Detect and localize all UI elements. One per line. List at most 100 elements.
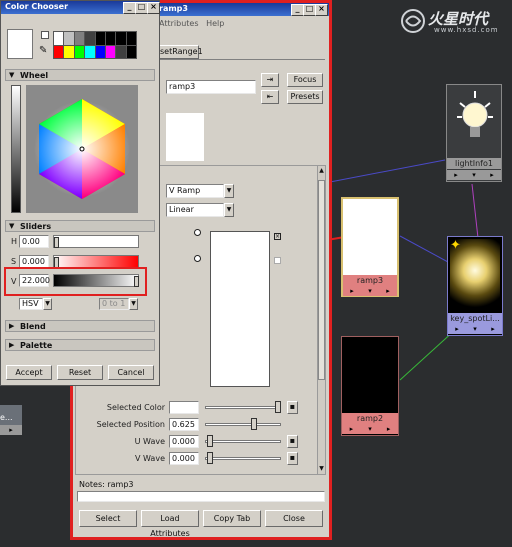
palette-swatch[interactable]: [64, 45, 74, 58]
chevron-down-icon[interactable]: ▼: [43, 298, 52, 310]
chevron-down-icon[interactable]: ▼: [224, 203, 234, 217]
interpolation-select[interactable]: Linear: [166, 203, 224, 217]
ramp-square-box[interactable]: [274, 257, 281, 264]
focus-button[interactable]: Focus: [287, 73, 323, 87]
palette-swatch[interactable]: [64, 32, 74, 45]
attr-value-field[interactable]: 0.625: [169, 418, 199, 431]
scroll-down-icon[interactable]: ▼: [318, 464, 325, 473]
map-button[interactable]: ▪: [287, 435, 298, 448]
node-ports[interactable]: ▸ ▾ ▸: [342, 424, 398, 434]
node-ramp3[interactable]: ramp3 ▸ ▾ ▸: [341, 197, 399, 297]
attr-label: U Wave: [134, 437, 165, 446]
h-slider[interactable]: [53, 235, 139, 248]
chevron-down-icon[interactable]: ▼: [224, 184, 234, 198]
lightbulb-icon: [456, 89, 494, 149]
palette-swatch[interactable]: [54, 32, 64, 45]
palette-swatch[interactable]: [95, 32, 105, 45]
attr-label: V Wave: [135, 454, 165, 463]
h-label: H: [11, 237, 18, 246]
palette-swatch[interactable]: [74, 32, 85, 45]
palette-edit-checkbox[interactable]: [41, 31, 49, 39]
chevron-down-icon[interactable]: ▼: [129, 298, 138, 310]
attr-slider-thumb[interactable]: [275, 401, 281, 413]
color-wheel[interactable]: [26, 85, 138, 213]
node-partial-left[interactable]: e... ▸: [0, 405, 22, 435]
cancel-button[interactable]: Cancel: [108, 365, 154, 380]
node-light-info[interactable]: lightInfo1 ▸ ▾ ▸: [446, 84, 502, 182]
tab-setrange[interactable]: setRange1: [159, 45, 203, 59]
attr-slider-track[interactable]: [205, 457, 281, 460]
v-slider-highlight: [4, 267, 147, 296]
palette-swatch[interactable]: [54, 45, 64, 58]
attr-row-selected-position: Selected Position 0.625: [73, 418, 317, 432]
focus-arrow-button[interactable]: ⇥: [261, 73, 279, 87]
notes-label: Notes: ramp3: [79, 480, 134, 489]
palette-swatch[interactable]: [126, 45, 136, 58]
attr-label: Selected Position: [96, 420, 165, 429]
attr-slider-track[interactable]: [205, 406, 281, 409]
attr-slider-thumb[interactable]: [207, 452, 213, 464]
ramp-handle-circle[interactable]: [194, 229, 201, 236]
attr-slider-track[interactable]: [205, 423, 281, 426]
palette-swatch[interactable]: [74, 45, 85, 58]
attr-slider-track[interactable]: [205, 440, 281, 443]
node-ramp2[interactable]: ramp2 ▸ ▾ ▸: [341, 336, 399, 436]
node-ports[interactable]: ▸ ▾ ▸: [447, 170, 501, 180]
palette-swatch[interactable]: [95, 45, 105, 58]
node-label: lightInfo1: [447, 158, 501, 169]
attr-label: Selected Color: [106, 403, 165, 412]
load-attributes-button[interactable]: Load Attributes: [141, 510, 199, 538]
notes-field[interactable]: [77, 491, 325, 502]
palette-section-header[interactable]: ▶ Palette: [5, 339, 155, 351]
scroll-thumb[interactable]: [318, 180, 325, 380]
attr-value-field[interactable]: 0.000: [169, 452, 199, 465]
node-ports[interactable]: ▸ ▾ ▸: [343, 286, 397, 296]
close-button[interactable]: Close: [265, 510, 323, 527]
ramp-handle-selected[interactable]: [194, 255, 201, 262]
reset-button[interactable]: Reset: [57, 365, 103, 380]
palette-swatch[interactable]: [85, 32, 95, 45]
palette-swatch[interactable]: [85, 45, 95, 58]
palette-swatch[interactable]: [116, 45, 126, 58]
eyedropper-icon[interactable]: ✎: [39, 45, 49, 57]
node-name-field[interactable]: ramp3: [166, 80, 256, 94]
slider-thumb[interactable]: [54, 237, 59, 248]
color-chooser-titlebar[interactable]: Color Chooser _ □ ×: [1, 1, 160, 14]
ramp-type-select[interactable]: V Ramp: [166, 184, 224, 198]
collapse-triangle-icon: ▶: [9, 322, 15, 330]
palette-swatch[interactable]: [105, 45, 116, 58]
presets-button[interactable]: Presets: [287, 90, 323, 104]
wheel-section-header[interactable]: ▼ Wheel: [5, 69, 155, 81]
palette-swatch[interactable]: [105, 32, 116, 45]
attr-slider-thumb[interactable]: [251, 418, 257, 430]
blend-section-header[interactable]: ▶ Blend: [5, 320, 155, 332]
presets-arrow-button[interactable]: ⇤: [261, 90, 279, 104]
node-key-spotlight[interactable]: ✦ key_spotLi... ▸ ▾ ▸: [447, 236, 503, 336]
close-button[interactable]: ×: [147, 2, 160, 14]
menu-bar[interactable]: Attributes Help: [159, 19, 224, 28]
h-value-field[interactable]: 0.00: [19, 235, 49, 248]
close-button[interactable]: ×: [315, 4, 328, 16]
attr-slider-thumb[interactable]: [207, 435, 213, 447]
ramp-delete-box[interactable]: ×: [274, 233, 281, 240]
node-ports[interactable]: ▸: [0, 425, 22, 435]
select-button[interactable]: Select: [79, 510, 137, 527]
value-gradient-bar[interactable]: [11, 85, 21, 213]
node-ports[interactable]: ▸ ▾ ▸: [448, 324, 502, 334]
ramp-preview[interactable]: [210, 231, 270, 387]
palette-swatch[interactable]: [126, 32, 136, 45]
swatch-palette[interactable]: [53, 31, 137, 59]
map-button[interactable]: ▪: [287, 401, 298, 414]
sliders-section-header[interactable]: ▼ Sliders: [5, 220, 155, 232]
copy-tab-button[interactable]: Copy Tab: [203, 510, 261, 527]
palette-swatch[interactable]: [116, 32, 126, 45]
selected-color-swatch[interactable]: [169, 401, 199, 414]
window-title: Color Chooser: [5, 2, 69, 11]
range-select[interactable]: 0 to 1: [99, 298, 129, 310]
scroll-up-icon[interactable]: ▲: [318, 166, 325, 175]
attr-value-field[interactable]: 0.000: [169, 435, 199, 448]
map-button[interactable]: ▪: [287, 452, 298, 465]
vertical-scrollbar[interactable]: ▲ ▼: [317, 165, 326, 475]
color-mode-select[interactable]: HSV: [19, 298, 43, 310]
accept-button[interactable]: Accept: [6, 365, 52, 380]
